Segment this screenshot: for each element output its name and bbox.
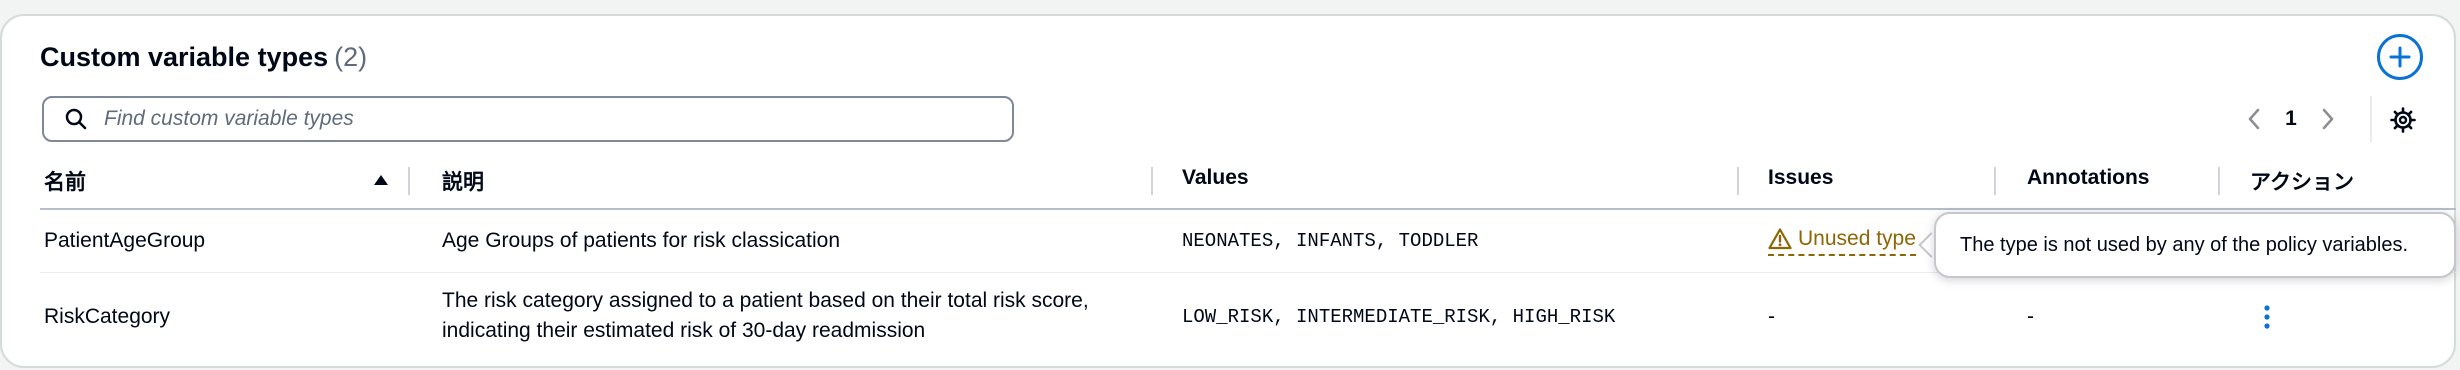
pagination-divider: [2370, 96, 2372, 142]
row-values-cell: LOW_RISK, INTERMEDIATE_RISK, HIGH_RISK: [1182, 306, 1616, 328]
title-text: Custom variable types: [40, 42, 329, 72]
description-line: The risk category assigned to a patient …: [442, 289, 1089, 312]
row-description-cell: The risk category assigned to a patient …: [442, 286, 1089, 346]
plus-icon: [2389, 46, 2411, 68]
column-resizer[interactable]: [2218, 167, 2220, 195]
column-resizer[interactable]: [1151, 167, 1153, 195]
page-number[interactable]: 1: [2268, 107, 2314, 131]
row-actions-button[interactable]: [2256, 302, 2278, 332]
gear-icon: [2390, 107, 2416, 133]
warning-triangle-icon: [1768, 226, 1794, 252]
row-annotations-cell: -: [2027, 305, 2034, 328]
column-header-issues: Issues: [1768, 166, 1834, 189]
pagination: 1: [2240, 102, 2342, 136]
search-icon: [64, 106, 90, 132]
unused-type-warning[interactable]: Unused type: [1768, 226, 1916, 256]
title-count: (2): [334, 42, 368, 72]
row-description-cell: Age Groups of patients for risk classica…: [442, 229, 841, 252]
row-issues-cell: -: [1768, 305, 1775, 328]
next-page-button[interactable]: [2314, 102, 2342, 136]
page-title: Custom variable types (2): [40, 42, 367, 73]
add-variable-type-button[interactable]: [2377, 34, 2423, 80]
previous-page-button[interactable]: [2240, 102, 2268, 136]
column-header-annotations: Annotations: [2027, 166, 2150, 189]
description-line: indicating their estimated risk of 30-da…: [442, 319, 926, 342]
search-input[interactable]: [104, 107, 984, 131]
row-name-cell: RiskCategory: [44, 305, 171, 328]
column-header-actions: アクション: [2250, 171, 2354, 194]
sort-ascending-icon[interactable]: [373, 173, 389, 191]
preferences-button[interactable]: [2387, 104, 2419, 136]
column-header-description: 説明: [442, 171, 484, 194]
chevron-right-icon: [2322, 108, 2334, 130]
column-resizer[interactable]: [1994, 167, 1996, 195]
row-values-cell: NEONATES, INFANTS, TODDLER: [1182, 230, 1479, 252]
table-header-divider: [40, 208, 2456, 210]
chevron-left-icon: [2248, 108, 2260, 130]
issue-popover: The type is not used by any of the polic…: [1934, 212, 2456, 278]
search-field[interactable]: [42, 96, 1014, 142]
row-name-cell: PatientAgeGroup: [44, 229, 206, 252]
kebab-menu-icon: [2264, 305, 2270, 329]
column-resizer[interactable]: [1737, 167, 1739, 195]
warning-label: Unused type: [1798, 227, 1916, 250]
column-header-values: Values: [1182, 166, 1249, 189]
popover-text: The type is not used by any of the polic…: [1960, 233, 2409, 256]
column-header-name[interactable]: 名前: [44, 166, 86, 196]
column-resizer[interactable]: [408, 167, 410, 195]
